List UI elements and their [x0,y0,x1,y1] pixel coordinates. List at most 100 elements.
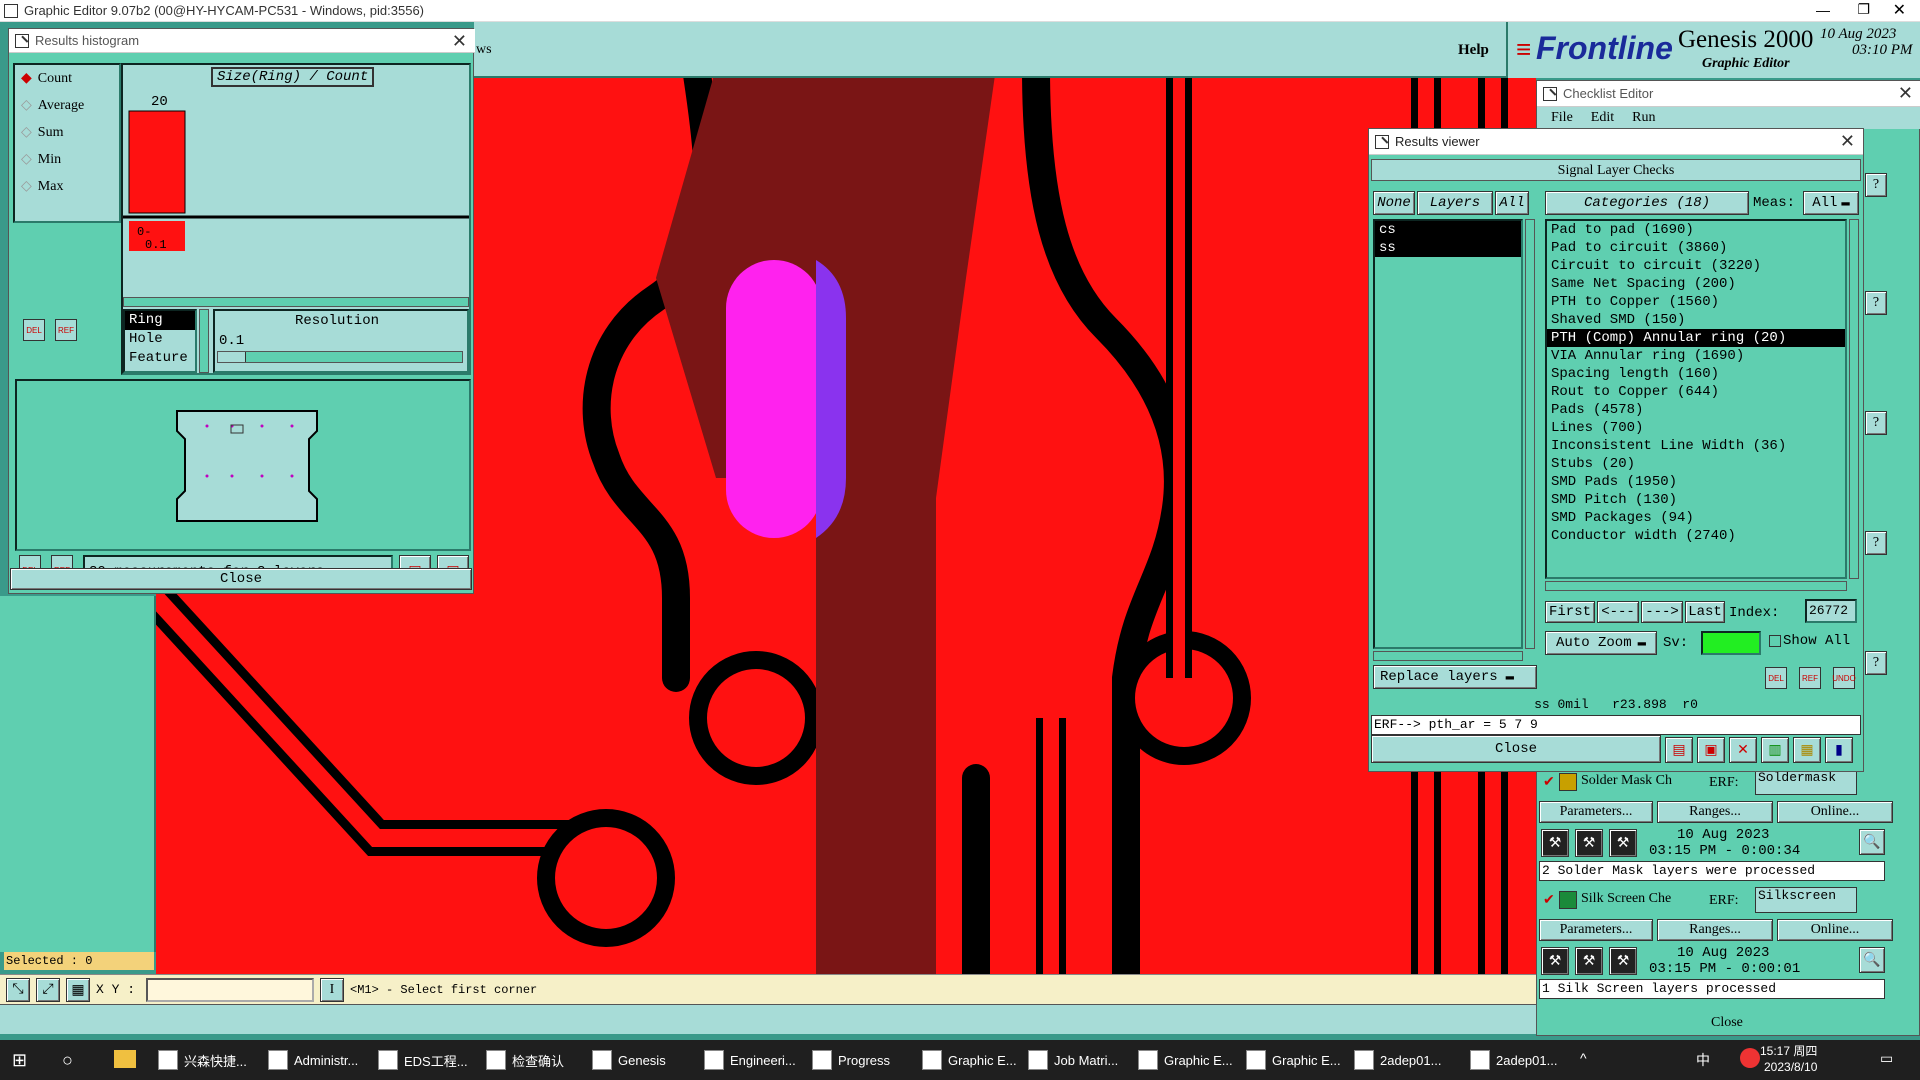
help-question-icon[interactable]: ? [1865,531,1887,555]
notification-icon[interactable]: ▭ [1880,1050,1893,1067]
type-list-scrollbar[interactable] [199,309,209,373]
taskbar-item[interactable]: Graphic E... [922,1044,1017,1076]
category-item[interactable]: Inconsistent Line Width (36) [1547,437,1845,455]
sogou-icon[interactable] [1740,1048,1760,1068]
checklist-close-button[interactable]: Close [1711,1015,1743,1031]
histogram-hscroll[interactable] [123,297,469,307]
category-item[interactable]: Pad to pad (1690) [1547,221,1845,239]
taskbar-item[interactable]: Graphic E... [1138,1044,1233,1076]
meas-dropdown[interactable]: All ▬ [1803,191,1859,215]
resolution-slider-thumb[interactable] [218,352,246,362]
report-icon[interactable]: ▥ [1761,737,1789,763]
erf-value[interactable]: Silkscreen [1755,887,1857,913]
histogram-del-button[interactable]: DEL [23,319,45,341]
results-close-icon[interactable]: ✕ [1840,131,1855,152]
mode-min[interactable]: ◇ Min [15,146,119,173]
start-icon[interactable]: ⊞ [12,1050,32,1070]
layers-all-button[interactable]: All [1495,191,1529,215]
ranges-button[interactable]: Ranges... [1657,801,1773,823]
layers-none-button[interactable]: None [1373,191,1415,215]
auto-zoom-dropdown[interactable]: Auto Zoom ▬ [1545,631,1657,655]
export-icon[interactable]: ▤ [1665,737,1693,763]
category-item[interactable]: Same Net Spacing (200) [1547,275,1845,293]
type-hole[interactable]: Hole [125,330,195,349]
categories-button[interactable]: Categories (18) [1545,191,1749,215]
results-undo-button[interactable]: UNDO [1832,667,1856,689]
restore-icon[interactable]: ❐ [1857,1,1870,18]
run-icon[interactable]: ⚒ [1575,947,1603,975]
index-field[interactable]: 26772 [1805,599,1857,623]
histogram-bar[interactable] [128,110,186,214]
layer-item-ss[interactable]: ss [1375,239,1521,257]
menu-ws[interactable]: ws [476,42,492,58]
close-icon[interactable]: ✕ [1893,0,1906,20]
checklist-item-name[interactable]: Silk Screen Che [1581,891,1671,907]
histogram-ref-button[interactable]: REF [55,319,77,341]
save-icon[interactable]: ▣ [1697,737,1725,763]
checklist-menu-file[interactable]: File [1551,110,1573,126]
category-item[interactable]: SMD Pitch (130) [1547,491,1845,509]
explorer-icon[interactable] [114,1050,136,1068]
last-button[interactable]: Last [1685,601,1725,623]
type-ring[interactable]: Ring [125,311,195,330]
category-item[interactable]: Shaved SMD (150) [1547,311,1845,329]
category-item[interactable]: Stubs (20) [1547,455,1845,473]
minimize-icon[interactable]: — [1816,2,1830,18]
run-icon[interactable]: ⚒ [1541,947,1569,975]
replace-layers-dropdown[interactable]: Replace layers ▬ [1373,665,1537,689]
layer-item-cs[interactable]: cs [1375,221,1521,239]
sv-color-dropdown[interactable] [1701,631,1761,655]
taskbar-item[interactable]: 检查确认 [486,1044,564,1076]
online-button[interactable]: Online... [1777,801,1893,823]
help-question-icon[interactable]: ? [1865,651,1887,675]
zoom-fit-icon[interactable]: ⤢ [36,978,60,1002]
taskbar-item[interactable]: Administr... [268,1044,358,1076]
layer-list-hscroll[interactable] [1373,651,1523,661]
category-item[interactable]: PTH (Comp) Annular ring (20) [1547,329,1845,347]
search-taskbar-icon[interactable]: ○ [62,1050,73,1071]
grid-icon[interactable]: ▦ [66,978,90,1002]
clock-time[interactable]: 15:17 周四 [1760,1042,1817,1059]
taskbar-item[interactable]: Job Matri... [1028,1044,1118,1076]
histogram-icon[interactable]: ▮ [1825,737,1853,763]
run-icon[interactable]: ⚒ [1575,829,1603,857]
results-close-button[interactable]: Close [1371,735,1661,763]
histogram-close-button[interactable]: Close [10,568,472,590]
ime-indicator[interactable]: 中 [1696,1050,1710,1070]
show-all-checkbox[interactable] [1769,635,1781,647]
resolution-slider[interactable] [217,351,463,363]
taskbar-item[interactable]: EDS工程... [378,1044,468,1076]
taskbar-item[interactable]: Graphic E... [1246,1044,1341,1076]
run-icon[interactable]: ⚒ [1609,829,1637,857]
checklist-close-icon[interactable]: ✕ [1898,83,1913,104]
mode-count[interactable]: ◆ Count [15,65,119,92]
category-item[interactable]: SMD Pads (1950) [1547,473,1845,491]
type-feature[interactable]: Feature [125,349,195,368]
checklist-menu-run[interactable]: Run [1632,110,1655,126]
online-button[interactable]: Online... [1777,919,1893,941]
delete-results-icon[interactable]: ✕ [1729,737,1757,763]
taskbar-item[interactable]: Progress [812,1044,890,1076]
checklist-menu-edit[interactable]: Edit [1591,110,1614,126]
info-icon[interactable]: I [320,978,344,1002]
category-list-vscroll[interactable] [1849,219,1859,579]
taskbar-item[interactable]: 兴森快捷... [158,1044,247,1076]
checklist-item-name[interactable]: Solder Mask Ch [1581,773,1672,789]
category-item[interactable]: Rout to Copper (644) [1547,383,1845,401]
layer-list-vscroll[interactable] [1525,219,1535,649]
results-del-button[interactable]: DEL [1765,667,1787,689]
erf-value[interactable]: Soldermask [1755,769,1857,795]
run-icon[interactable]: ⚒ [1541,829,1569,857]
category-item[interactable]: SMD Packages (94) [1547,509,1845,527]
tray-chevron-icon[interactable]: ^ [1580,1050,1587,1066]
taskbar-item[interactable]: 2adep01... [1470,1044,1557,1076]
taskbar-item[interactable]: Genesis [592,1044,666,1076]
category-item[interactable]: Spacing length (160) [1547,365,1845,383]
xy-input[interactable] [146,978,314,1002]
category-item[interactable]: Pad to circuit (3860) [1547,239,1845,257]
category-item[interactable]: Conductor width (2740) [1547,527,1845,545]
category-item[interactable]: Lines (700) [1547,419,1845,437]
clock-date[interactable]: 2023/8/10 [1764,1060,1817,1074]
menu-help[interactable]: Help [1458,42,1489,59]
histogram-close-icon[interactable]: ✕ [452,31,467,52]
